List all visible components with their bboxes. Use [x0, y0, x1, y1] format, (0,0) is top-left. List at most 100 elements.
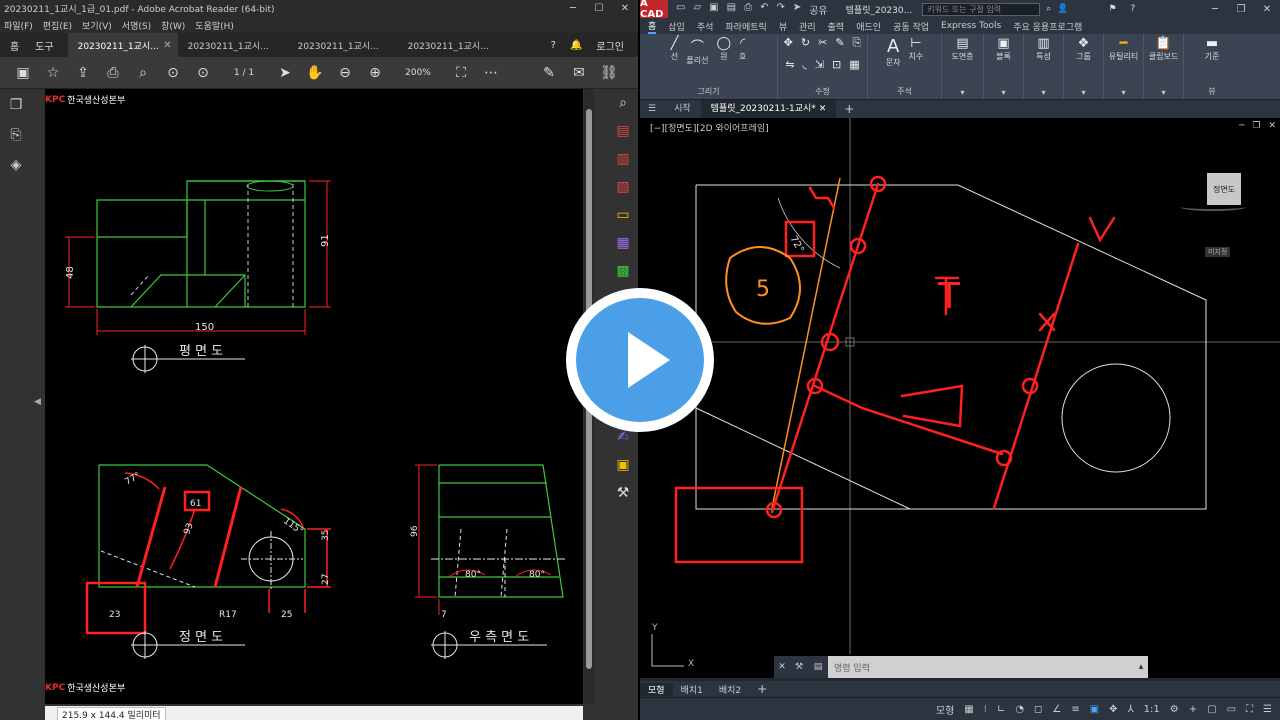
status-model[interactable]: 모형	[936, 702, 954, 717]
line-tool[interactable]: ╱ 선	[671, 36, 679, 66]
tab-tools[interactable]: 도구	[27, 38, 67, 53]
video-play-button[interactable]	[566, 288, 714, 432]
hand-icon[interactable]: ✋	[302, 65, 328, 81]
polyline-tool[interactable]: ⌒ 폴리선	[686, 36, 708, 66]
document-tab[interactable]: 20230211_1교시...	[178, 33, 288, 57]
viewcube[interactable]: 정면도	[1207, 173, 1241, 205]
fit-page-icon[interactable]: ⛶	[448, 65, 474, 81]
doc-tab-template[interactable]: 템플릿_20230211-1교시* ✕	[700, 100, 837, 118]
save-icon[interactable]: ▣	[10, 65, 36, 81]
properties-dropdown-icon[interactable]: ▾	[1041, 88, 1045, 97]
clipboard-tool[interactable]: 📋 클립보드	[1149, 36, 1178, 62]
trim-icon[interactable]: ✂	[818, 36, 827, 50]
minimize-icon[interactable]: ─	[560, 3, 586, 14]
base-tool[interactable]: ▬ 기준	[1205, 36, 1220, 62]
search-icon[interactable]: ⌕	[130, 65, 156, 81]
cart-icon[interactable]: ⚑	[1108, 4, 1116, 14]
scale-icon[interactable]: ⊡	[832, 58, 841, 71]
rotate-icon[interactable]: ↻	[801, 36, 810, 50]
layers-tool[interactable]: ▤ 도면층	[951, 36, 973, 62]
arc-tool[interactable]: ◜ 호	[739, 36, 746, 66]
plus-icon[interactable]: +	[1189, 704, 1197, 715]
snap-icon[interactable]: ⁝	[984, 704, 987, 715]
add-layout-icon[interactable]: +	[749, 682, 775, 696]
ribbon-tab-insert[interactable]: 삽입	[668, 20, 685, 33]
grid-icon[interactable]: ▦	[964, 704, 973, 715]
redo-icon[interactable]: ↷	[776, 2, 784, 17]
export-pdf-icon[interactable]: ▧	[616, 179, 629, 195]
sign-pen-icon[interactable]: ✍	[617, 429, 629, 445]
share-label[interactable]: 공유	[809, 2, 827, 17]
prev-page-icon[interactable]: ⊙	[160, 65, 186, 81]
tab-home[interactable]: 홈	[0, 38, 27, 53]
recent-cmd-icon[interactable]: ▤	[808, 656, 828, 678]
document-tab[interactable]: 20230211_1교시...	[288, 33, 398, 57]
workspace-icon[interactable]: ⚙	[1170, 704, 1179, 715]
group-label-draw[interactable]: 그리기	[697, 86, 719, 97]
help-icon[interactable]: ?	[551, 40, 556, 51]
customize-cmd-icon[interactable]: ⚒	[790, 656, 808, 678]
tools-wrench-icon[interactable]: ⚒	[617, 485, 630, 501]
layout-tab-1[interactable]: 배치1	[673, 683, 711, 696]
attachment-icon[interactable]: ⎘	[10, 127, 21, 143]
maximize-icon[interactable]: ☐	[586, 3, 612, 14]
circle-tool[interactable]: ◯ 원	[716, 36, 731, 66]
edit-pdf-icon[interactable]: ▥	[616, 151, 629, 167]
ortho-icon[interactable]: ∟	[997, 704, 1005, 715]
mirror-icon[interactable]: ⇋	[785, 58, 794, 71]
organize-icon[interactable]: ▩	[616, 263, 629, 279]
save-icon[interactable]: ▣	[709, 2, 718, 17]
array-icon[interactable]: ▦	[849, 58, 859, 71]
zoom-search-icon[interactable]: ⌕	[619, 95, 627, 111]
ribbon-tab-apps[interactable]: 주요 응용프로그램	[1013, 20, 1082, 33]
ribbon-tab-output[interactable]: 출력	[828, 20, 845, 33]
menu-file[interactable]: 파일(F)	[4, 19, 33, 32]
erase-icon[interactable]: ✎	[835, 36, 844, 50]
polar-icon[interactable]: ◔	[1015, 704, 1024, 715]
autocad-logo-icon[interactable]: A CAD	[640, 0, 668, 20]
layout-tab-model[interactable]: 모형	[640, 682, 673, 696]
group-label-view[interactable]: 뷰	[1208, 86, 1215, 97]
zoom-in-icon[interactable]: ⊕	[362, 65, 388, 81]
close-tab-icon[interactable]: ✕	[819, 104, 827, 114]
print-icon[interactable]: ⎙	[744, 2, 752, 17]
properties-tool[interactable]: ▥ 특성	[1036, 36, 1051, 62]
command-input[interactable]: 명령 입력	[828, 661, 1134, 674]
ribbon-tab-express[interactable]: Express Tools	[941, 21, 1001, 31]
help-icon[interactable]: ?	[1131, 4, 1136, 14]
layers-dropdown-icon[interactable]: ▾	[960, 88, 964, 97]
login-button[interactable]: 로그인	[596, 38, 624, 53]
ribbon-tab-addins[interactable]: 애드인	[856, 20, 881, 33]
ribbon-tab-annotate[interactable]: 주석	[697, 20, 714, 33]
utilities-dropdown-icon[interactable]: ▾	[1121, 88, 1125, 97]
search-icon[interactable]: ⌕	[1046, 4, 1051, 14]
fillet-icon[interactable]: ◟	[803, 58, 807, 71]
create-pdf-icon[interactable]: ▤	[616, 123, 629, 139]
layers-icon[interactable]: ◈	[11, 157, 22, 173]
lineweight-icon[interactable]: ≡	[1071, 704, 1079, 715]
text-tool[interactable]: A 문자	[886, 36, 901, 68]
otrack-icon[interactable]: ∠	[1052, 704, 1061, 715]
folder-icon[interactable]: ▱	[693, 2, 701, 17]
link-icon[interactable]: ⛓	[596, 65, 622, 81]
minimize-icon[interactable]: ─	[1202, 4, 1228, 15]
wcs-dropdown[interactable]: 미지정	[1205, 247, 1231, 257]
page-current[interactable]: 1	[234, 68, 240, 78]
move-icon[interactable]: ✥	[784, 36, 793, 50]
document-tab[interactable]: 20230211_1교시...	[398, 33, 508, 57]
viewcube-ring[interactable]	[1180, 203, 1246, 211]
isolate-icon[interactable]: ▢	[1207, 704, 1216, 715]
block-tool[interactable]: ▣ 블록	[996, 36, 1011, 62]
document-tab[interactable]: 20230211_1교시... ✕	[67, 33, 178, 57]
more-icon[interactable]: ⋯	[478, 65, 504, 81]
maximize-icon[interactable]: ❐	[1228, 4, 1254, 15]
collapse-arrow-icon[interactable]: ◀	[34, 397, 41, 407]
copy-icon[interactable]: ⎘	[853, 36, 862, 50]
page-indicator[interactable]: 1 / 1	[220, 68, 268, 78]
drawing-viewport[interactable]: [−][정면도][2D 와이어프레임] ─ ❐ ✕ 5 72° T Y X 정면…	[640, 118, 1280, 678]
annotation-scale-icon[interactable]: ⅄	[1128, 704, 1134, 715]
user-icon[interactable]: 👤	[1057, 4, 1068, 14]
menu-edit[interactable]: 편집(E)	[43, 19, 72, 32]
osnap-icon[interactable]: ◻	[1034, 704, 1042, 715]
menu-view[interactable]: 보기(V)	[82, 19, 112, 32]
